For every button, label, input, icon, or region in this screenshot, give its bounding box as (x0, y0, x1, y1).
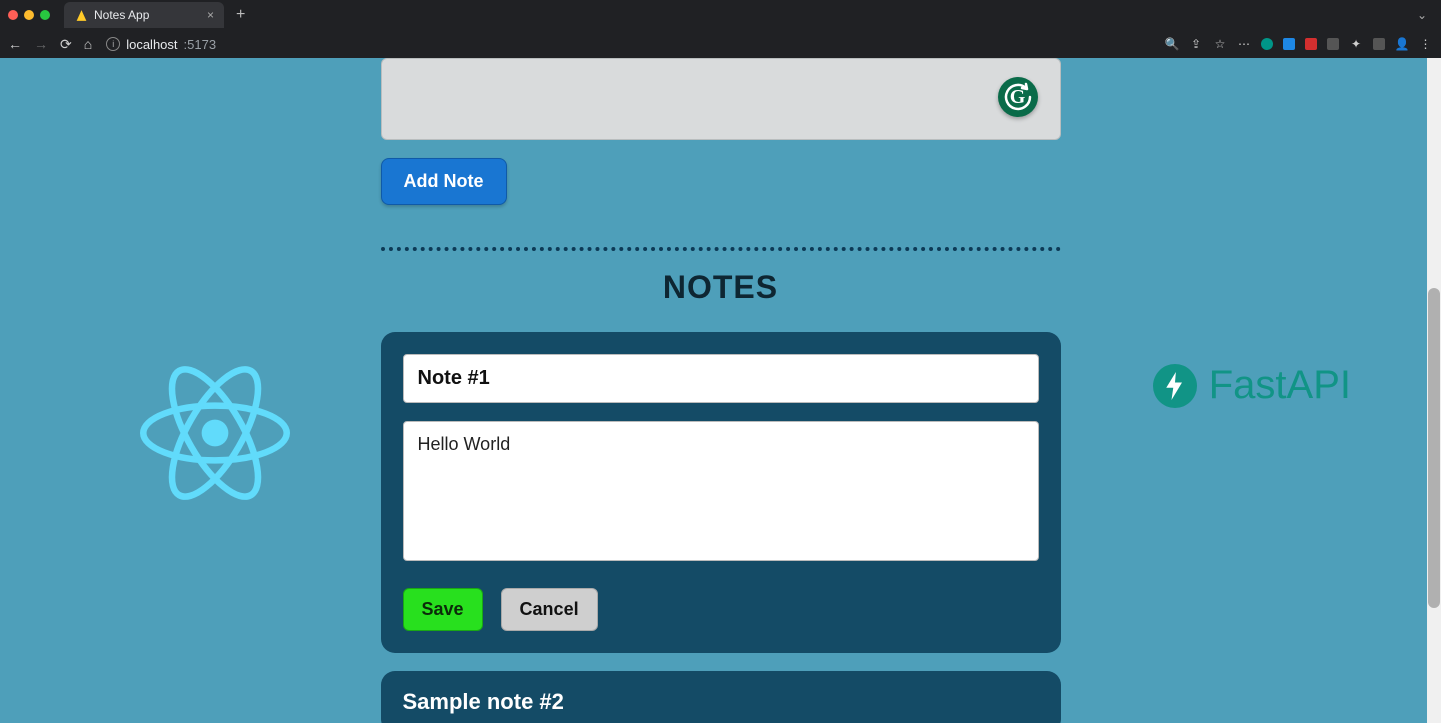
maximize-window-icon[interactable] (40, 10, 50, 20)
chevron-down-icon[interactable]: ⌄ (1417, 8, 1441, 22)
extension-icon-2[interactable] (1283, 38, 1295, 50)
tab-strip: Notes App × + ⌄ (0, 0, 1441, 30)
nav-controls: ← → ⟳ ⌂ (8, 36, 92, 53)
forward-button[interactable]: → (34, 36, 48, 52)
fastapi-label: FastAPI (1209, 363, 1351, 408)
note-body-input[interactable]: Hello World (403, 421, 1039, 561)
toolbar-right: 🔍 ⇪ ☆ ⋯ ✦ 👤 ⋮ (1165, 37, 1433, 51)
new-tab-button[interactable]: + (228, 6, 253, 24)
extensions-puzzle-icon[interactable]: ✦ (1349, 37, 1363, 51)
browser-chrome: Notes App × + ⌄ ← → ⟳ ⌂ i localhost :5173… (0, 0, 1441, 58)
extension-icon-3[interactable] (1305, 38, 1317, 50)
extension-icon-1[interactable] (1261, 38, 1273, 50)
scrollbar-thumb[interactable] (1428, 288, 1440, 608)
home-button[interactable]: ⌂ (84, 36, 92, 52)
note-2-title: Sample note #2 (403, 689, 1039, 715)
search-icon[interactable]: 🔍 (1165, 37, 1179, 51)
extension-dots-icon[interactable]: ⋯ (1237, 37, 1251, 51)
note-title-input[interactable] (403, 354, 1039, 403)
site-info-icon[interactable]: i (106, 37, 120, 51)
window-controls[interactable] (8, 10, 50, 20)
notes-heading: NOTES (381, 269, 1061, 306)
new-note-textarea[interactable]: G (381, 58, 1061, 140)
main-column: G Add Note NOTES Hello World Save Cancel… (381, 58, 1061, 723)
tab-title: Notes App (94, 8, 149, 22)
scrollbar-track[interactable] (1427, 58, 1441, 723)
note-card-buttons: Save Cancel (403, 588, 1039, 631)
browser-tab[interactable]: Notes App × (64, 2, 224, 28)
reload-button[interactable]: ⟳ (60, 36, 72, 53)
close-window-icon[interactable] (8, 10, 18, 20)
fastapi-logo: FastAPI (1153, 363, 1351, 408)
note-card-2[interactable]: Sample note #2 (381, 671, 1061, 723)
extension-icon-5[interactable] (1373, 38, 1385, 50)
add-note-button[interactable]: Add Note (381, 158, 507, 205)
note-edit-card: Hello World Save Cancel (381, 332, 1061, 653)
url-host: localhost (126, 37, 177, 52)
url-display[interactable]: i localhost :5173 (106, 37, 216, 52)
kebab-menu-icon[interactable]: ⋮ (1419, 37, 1433, 51)
grammarly-icon[interactable]: G (998, 77, 1038, 117)
profile-avatar-icon[interactable]: 👤 (1395, 37, 1409, 51)
bookmark-icon[interactable]: ☆ (1213, 37, 1227, 51)
address-bar-row: ← → ⟳ ⌂ i localhost :5173 🔍 ⇪ ☆ ⋯ ✦ 👤 ⋮ (0, 30, 1441, 58)
cancel-button[interactable]: Cancel (501, 588, 598, 631)
page-viewport: FastAPI G Add Note NOTES Hello World Sav… (0, 58, 1441, 723)
back-button[interactable]: ← (8, 36, 22, 52)
extension-icon-4[interactable] (1327, 38, 1339, 50)
fastapi-bolt-icon (1153, 364, 1197, 408)
save-button[interactable]: Save (403, 588, 483, 631)
share-icon[interactable]: ⇪ (1189, 37, 1203, 51)
favicon-icon (74, 8, 88, 22)
react-logo-icon (140, 358, 290, 508)
tab-close-icon[interactable]: × (207, 8, 214, 22)
minimize-window-icon[interactable] (24, 10, 34, 20)
url-port: :5173 (184, 37, 217, 52)
section-divider (381, 247, 1061, 251)
